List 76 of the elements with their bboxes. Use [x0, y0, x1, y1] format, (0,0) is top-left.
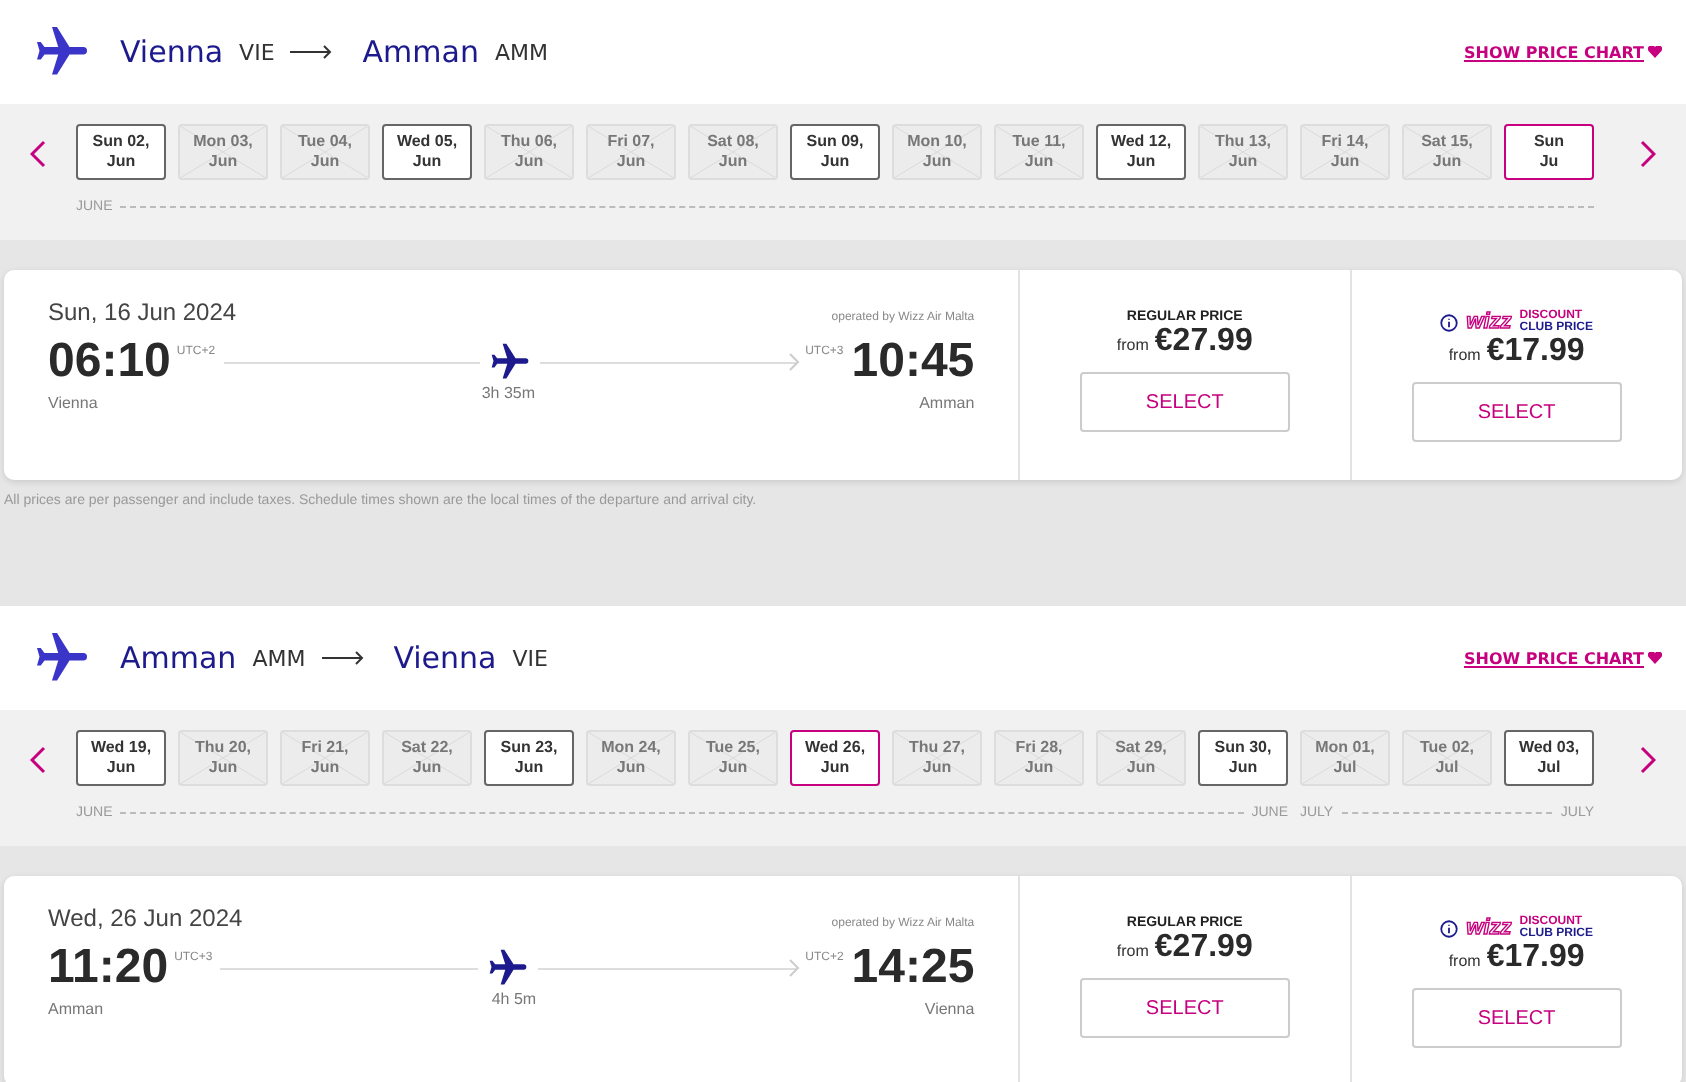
date-button[interactable]: Tue 11, Jun: [994, 124, 1084, 180]
airplane-icon: [487, 340, 532, 384]
date-button[interactable]: Fri 14, Jun: [1300, 124, 1390, 180]
fare-price: €17.99: [1486, 334, 1585, 370]
show-price-chart-link[interactable]: SHOW PRICE CHART: [1463, 649, 1662, 667]
date-button[interactable]: Sun 09, Jun: [790, 124, 880, 180]
departure-time: 11:20: [48, 940, 169, 996]
departure-time: 06:10: [48, 334, 171, 390]
date-button[interactable]: Sat 29, Jun: [1096, 730, 1186, 786]
date-button[interactable]: Sat 22, Jun: [382, 730, 472, 786]
flight-duration: 3h 35m: [481, 384, 536, 402]
flight-date: Sun, 16 Jun 2024: [48, 298, 237, 326]
date-button[interactable]: Fri 07, Jun: [586, 124, 676, 180]
date-button[interactable]: Mon 01, Jul: [1300, 730, 1390, 786]
date-button[interactable]: Tue 04, Jun: [280, 124, 370, 180]
from-label: from: [1448, 952, 1481, 970]
date-button[interactable]: Wed 03, Jul: [1504, 730, 1594, 786]
destination-city: Vienna: [393, 640, 497, 676]
destination-code: AMM: [494, 39, 548, 65]
destination-code: VIE: [512, 645, 548, 671]
arrival-city: Amman: [919, 394, 975, 412]
date-button[interactable]: Fri 21, Jun: [280, 730, 370, 786]
origin-city: Amman: [120, 640, 237, 676]
date-button[interactable]: Mon 10, Jun: [892, 124, 982, 180]
arrival-time: 10:45: [851, 334, 975, 390]
info-icon[interactable]: [1440, 919, 1459, 937]
arrival-city: Vienna: [924, 1000, 975, 1018]
flight-date: Wed, 26 Jun 2024: [48, 904, 243, 932]
select-button[interactable]: SELECT: [1411, 382, 1622, 442]
fare-price: €27.99: [1154, 930, 1253, 966]
date-button[interactable]: Tue 25, Jun: [688, 730, 778, 786]
flight-duration: 4h 5m: [491, 990, 537, 1008]
fare-price: €17.99: [1486, 940, 1585, 976]
fare-price: €27.99: [1154, 324, 1253, 360]
chevron-icon: [787, 958, 800, 978]
from-label: from: [1448, 346, 1481, 364]
arrival-time: 14:25: [851, 940, 975, 996]
info-icon[interactable]: [1440, 313, 1459, 331]
date-button[interactable]: Thu 20, Jun: [178, 730, 268, 786]
date-button[interactable]: Sun 30, Jun: [1198, 730, 1288, 786]
destination-city: Amman: [362, 34, 479, 70]
arrow-icon: [321, 650, 366, 666]
date-button[interactable]: Mon 03, Jun: [178, 124, 268, 180]
date-button[interactable]: Wed 05, Jun: [382, 124, 472, 180]
club-logo-word: wizz: [1466, 917, 1512, 939]
departure-city: Amman: [48, 1000, 104, 1018]
select-button[interactable]: SELECT: [1079, 978, 1290, 1038]
from-label: from: [1116, 336, 1149, 354]
date-button[interactable]: Wed 19, Jun: [76, 730, 166, 786]
arrow-icon: [290, 44, 335, 60]
select-button[interactable]: SELECT: [1079, 372, 1290, 432]
heart-icon: [1648, 46, 1662, 58]
date-button[interactable]: Thu 13, Jun: [1198, 124, 1288, 180]
show-price-chart-link[interactable]: SHOW PRICE CHART: [1463, 43, 1662, 61]
departure-city: Vienna: [48, 394, 98, 412]
from-label: from: [1116, 942, 1149, 960]
date-button[interactable]: Sun Ju: [1504, 124, 1594, 180]
club-logo-word: wizz: [1466, 311, 1512, 333]
date-button[interactable]: Mon 24, Jun: [586, 730, 676, 786]
origin-code: AMM: [252, 645, 306, 671]
airplane-icon: [485, 946, 530, 990]
date-button[interactable]: Thu 27, Jun: [892, 730, 982, 786]
date-button[interactable]: Sat 08, Jun: [688, 124, 778, 180]
date-button[interactable]: Fri 28, Jun: [994, 730, 1084, 786]
date-button[interactable]: Tue 02, Jul: [1402, 730, 1492, 786]
date-button[interactable]: Sun 02, Jun: [76, 124, 166, 180]
date-button[interactable]: Sat 15, Jun: [1402, 124, 1492, 180]
date-button[interactable]: Thu 06, Jun: [484, 124, 574, 180]
date-button[interactable]: Sun 23, Jun: [484, 730, 574, 786]
chevron-icon: [787, 352, 800, 372]
origin-code: VIE: [239, 39, 275, 65]
origin-city: Vienna: [120, 34, 224, 70]
date-button[interactable]: Wed 26, Jun: [790, 730, 880, 786]
heart-icon: [1648, 652, 1662, 664]
date-button[interactable]: Wed 12, Jun: [1096, 124, 1186, 180]
select-button[interactable]: SELECT: [1411, 988, 1622, 1048]
